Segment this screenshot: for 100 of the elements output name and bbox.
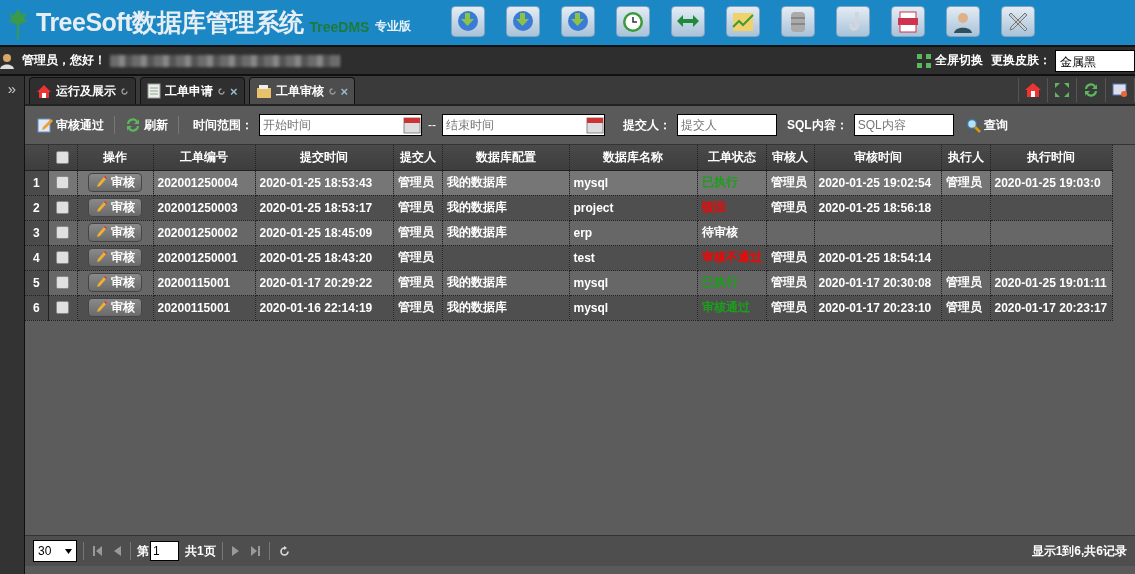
refresh-button[interactable]: 刷新	[123, 114, 170, 136]
table-cell: 管理员	[393, 220, 442, 245]
expand-sidebar-button[interactable]: »	[7, 80, 17, 98]
table-cell: 20200115001	[153, 295, 255, 320]
table-cell: 管理员	[941, 270, 990, 295]
column-header[interactable]: 执行时间	[990, 145, 1112, 170]
close-button[interactable]: ×	[340, 83, 349, 99]
table-cell: 2020-01-25 19:03:0	[990, 170, 1112, 195]
column-header[interactable]: 工单状态	[697, 145, 766, 170]
table-cell: 2020-01-17 20:30:08	[814, 270, 941, 295]
app-logo: TreeSoft数据库管理系统	[36, 7, 304, 38]
column-header[interactable]: 数据库名称	[569, 145, 697, 170]
table-cell: 2020-01-25 18:54:14	[814, 245, 941, 270]
page-number-field[interactable]: 1	[150, 541, 179, 561]
skin-label: 更换皮肤：	[991, 52, 1051, 69]
table-cell: 2020-01-25 19:02:54	[814, 170, 941, 195]
table-row[interactable]: 6 审核 20200115001 2020-01-16 22:14:19 管理员 我的数据库 mysql 审核通过 管理员 2020-01-17 20:23:10 管理员 2020-01-17 20:23:17	[25, 295, 1112, 320]
row-number: 4	[25, 245, 48, 270]
tab-label: 工单申请	[165, 82, 213, 100]
review-button[interactable]: 审核	[88, 273, 142, 292]
row-number: 3	[25, 220, 48, 245]
review-button[interactable]: 审核	[88, 198, 142, 217]
product-name: TreeDMS	[309, 18, 370, 35]
table-cell: mysql	[569, 270, 697, 295]
tab-label: 工单审核	[275, 82, 324, 100]
table-cell: 2020-01-17 20:23:17	[990, 295, 1112, 320]
column-header[interactable]: 执行人	[941, 145, 990, 170]
page-prefix: 第	[137, 542, 149, 560]
table-cell: 我的数据库	[442, 220, 569, 245]
tab[interactable]: 工单审核 ×	[248, 77, 356, 104]
column-header[interactable]: 审核时间	[814, 145, 941, 170]
table-cell: 202001250002	[153, 220, 255, 245]
search-button[interactable]: 查询	[963, 114, 1010, 136]
close-button[interactable]: ×	[230, 83, 238, 99]
submitter-field[interactable]: 提交人	[677, 114, 777, 136]
table-cell: 我的数据库	[442, 195, 569, 220]
table-cell: 2020-01-25 18:56:18	[814, 195, 941, 220]
approve-button[interactable]: 审核通过	[35, 114, 106, 136]
table-row[interactable]: 3 审核 202001250002 2020-01-25 18:45:09 管理员 我的数据库 erp 待审核	[25, 220, 1112, 245]
table-cell: 管理员	[941, 170, 990, 195]
table-cell: mysql	[569, 170, 697, 195]
review-button[interactable]: 审核	[88, 223, 142, 242]
sql-field[interactable]: SQL内容	[853, 114, 954, 136]
column-header[interactable]: 操作	[77, 145, 153, 170]
sql-label: SQL内容：	[787, 116, 848, 134]
table-cell: 我的数据库	[442, 170, 569, 195]
status-text: 驳回	[701, 200, 726, 214]
fullscreen-link[interactable]: 全屏切换	[935, 52, 983, 69]
table-cell: 2020-01-25 18:53:43	[255, 170, 393, 195]
tab-label: 运行及展示	[56, 82, 116, 100]
edition-label: 专业版	[375, 18, 412, 35]
table-cell: 管理员	[766, 245, 814, 270]
column-header[interactable]: 审核人	[766, 145, 814, 170]
table-cell: 管理员	[766, 295, 814, 320]
table-row[interactable]: 1 审核 202001250004 2020-01-25 18:53:43 管理员 我的数据库 mysql 已执行 管理员 2020-01-25 19:02:54 管理员 2020-01-25 19:03:0	[25, 170, 1112, 195]
page-size-select[interactable]: 30	[33, 540, 77, 562]
row-number: 6	[25, 295, 48, 320]
row-number: 1	[25, 170, 48, 195]
table-cell: 2020-01-17 20:23:10	[814, 295, 941, 320]
table-row[interactable]: 4 审核 202001250001 2020-01-25 18:43:20 管理员 test 审核不通过 管理员 2020-01-25 18:54:14	[25, 245, 1112, 270]
table-cell: 管理员	[393, 170, 442, 195]
column-header[interactable]: 提交人	[393, 145, 442, 170]
table-cell: 2020-01-25 18:45:09	[255, 220, 393, 245]
column-header[interactable]: 提交时间	[255, 145, 393, 170]
table-cell: 管理员	[766, 270, 814, 295]
greeting-text: 管理员，您好！	[22, 52, 106, 69]
table-cell: test	[569, 245, 697, 270]
time-range-label: 时间范围：	[193, 116, 253, 134]
table-cell: 2020-01-25 18:43:20	[255, 245, 393, 270]
table-cell: 2020-01-16 22:14:19	[255, 295, 393, 320]
review-button[interactable]: 审核	[88, 298, 142, 317]
table-cell: 管理员	[766, 170, 814, 195]
review-button[interactable]: 审核	[88, 248, 142, 267]
status-text: 已执行	[701, 275, 738, 289]
table-cell: 我的数据库	[442, 270, 569, 295]
table-cell: 2020-01-25 19:01:11	[990, 270, 1112, 295]
review-button[interactable]: 审核	[88, 173, 142, 192]
column-header[interactable]: 数据库配置	[442, 145, 569, 170]
status-text: 已执行	[701, 175, 738, 189]
status-text: 待审核	[701, 225, 738, 239]
column-header[interactable]: 工单编号	[153, 145, 255, 170]
record-summary: 显示1到6,共6记录	[1031, 542, 1127, 560]
table-row[interactable]: 2 审核 202001250003 2020-01-25 18:53:17 管理员 我的数据库 project 驳回 管理员 2020-01-25 18:56:18	[25, 195, 1112, 220]
table-cell: mysql	[569, 295, 697, 320]
table-cell: 20200115001	[153, 270, 255, 295]
table-cell: 2020-01-25 18:53:17	[255, 195, 393, 220]
row-number: 5	[25, 270, 48, 295]
tab[interactable]: 运行及展示	[29, 77, 136, 104]
table-cell: 202001250003	[153, 195, 255, 220]
table-cell: 管理员	[393, 270, 442, 295]
tab[interactable]: 工单申请 ×	[140, 77, 245, 104]
page-total: 共1页	[185, 542, 216, 560]
table-cell: 管理员	[393, 295, 442, 320]
table-cell: 202001250004	[153, 170, 255, 195]
submitter-label: 提交人：	[623, 116, 671, 134]
table-row[interactable]: 5 审核 20200115001 2020-01-17 20:29:22 管理员 我的数据库 mysql 已执行 管理员 2020-01-17 20:30:08 管理员 2020-01-25 19:01:11	[25, 270, 1112, 295]
skin-select[interactable]: 金属黑	[1055, 49, 1135, 72]
table-cell: 管理员	[766, 195, 814, 220]
range-separator: --	[428, 118, 436, 132]
table-cell: 管理员	[393, 195, 442, 220]
